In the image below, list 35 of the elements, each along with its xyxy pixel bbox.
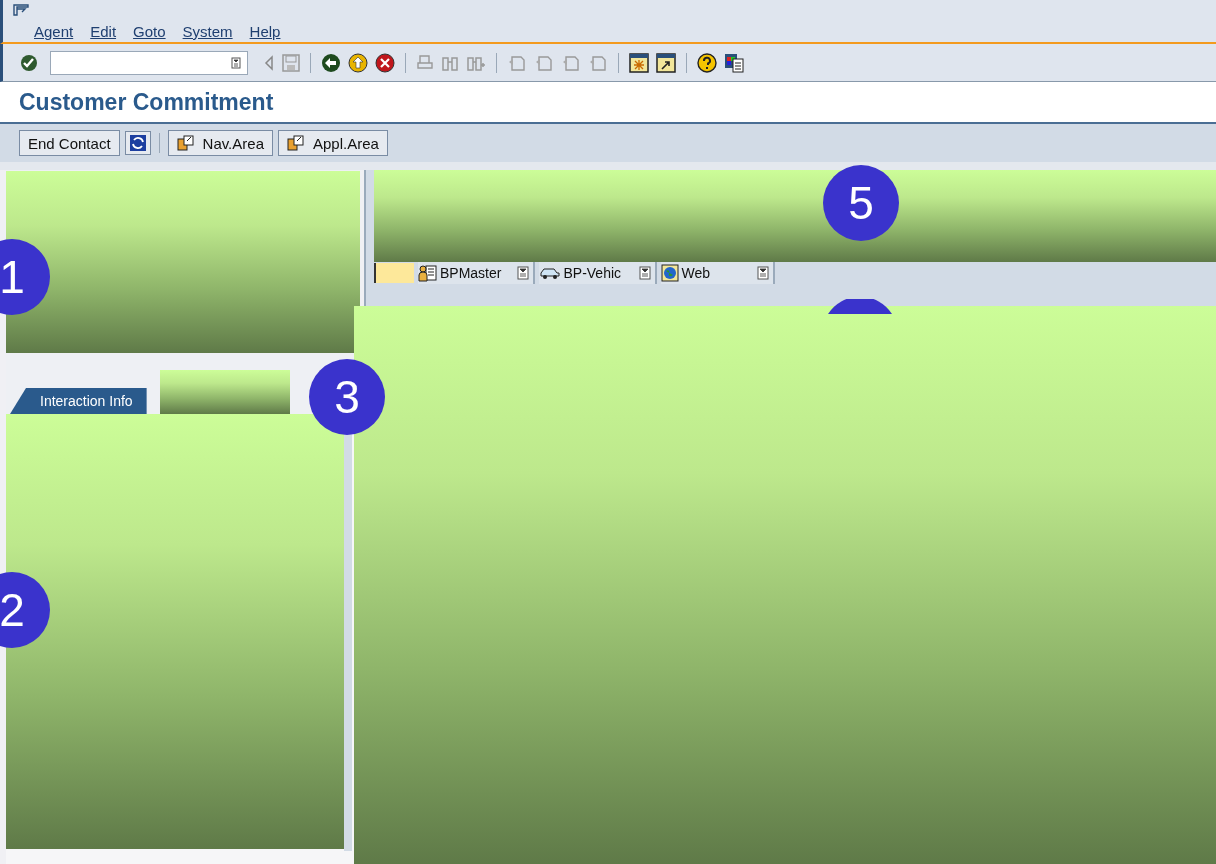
dropdown-icon[interactable] (757, 266, 770, 280)
help-icon[interactable] (697, 52, 717, 73)
menu-item[interactable]: Edit (90, 23, 117, 40)
tab[interactable]: BPMaster (418, 262, 536, 284)
refresh-icon[interactable] (124, 131, 151, 155)
back-arrow-icon[interactable] (263, 53, 275, 72)
tab[interactable]: BP-Vehic (539, 262, 658, 284)
window-icon (176, 135, 195, 151)
screen-title: Customer Commitment (19, 88, 274, 116)
back-icon[interactable] (321, 52, 341, 73)
exit-icon[interactable] (348, 52, 368, 73)
window-icon (287, 135, 305, 151)
toolbar-button[interactable]: Appl.Area (278, 130, 388, 156)
person-icon (418, 264, 438, 282)
menu-icon[interactable] (13, 4, 29, 17)
input-field[interactable] (374, 263, 414, 283)
new-window-icon[interactable] (629, 52, 649, 73)
globe-icon (661, 264, 680, 282)
menu-item[interactable]: Goto (133, 23, 166, 40)
shortcut-icon[interactable] (656, 52, 676, 73)
toolbar-button[interactable]: Nav.Area (167, 130, 273, 156)
car-icon (539, 266, 562, 280)
menu-item[interactable]: System (182, 23, 233, 40)
cancel-icon[interactable] (375, 52, 395, 73)
tab[interactable]: Web (661, 262, 776, 284)
menu-item[interactable]: Agent (34, 23, 74, 40)
menu-item[interactable]: Help (249, 23, 281, 40)
layout-icon[interactable] (724, 52, 744, 73)
enter-icon[interactable] (19, 52, 39, 73)
toolbar-button[interactable]: End Contact (19, 130, 120, 156)
tab[interactable]: Interaction Info (10, 388, 147, 414)
dropdown-icon[interactable] (639, 266, 652, 280)
command-field[interactable] (50, 50, 248, 75)
dropdown-icon[interactable] (231, 56, 241, 69)
dropdown-icon[interactable] (517, 266, 530, 280)
